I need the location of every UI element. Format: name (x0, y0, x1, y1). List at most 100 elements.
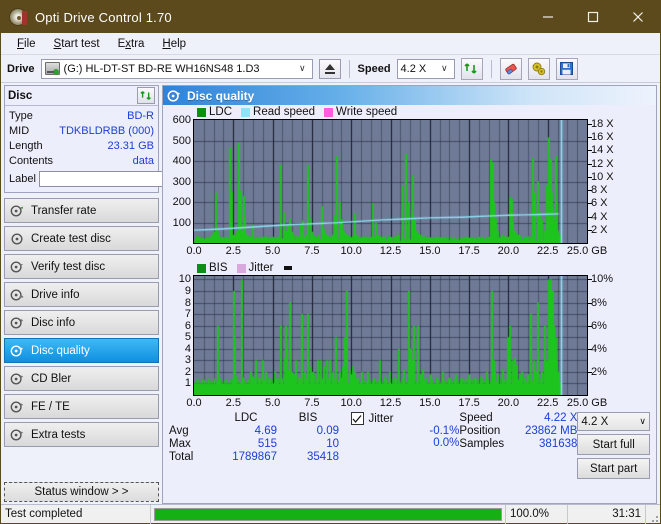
x-tick-label: 17.5 (458, 245, 480, 257)
window-controls (525, 1, 660, 33)
drive-info-icon (10, 288, 24, 301)
x-tick-label: 22.5 (536, 245, 559, 257)
sidebar-label: Disc info (31, 316, 76, 329)
legend-marker-black (284, 266, 293, 270)
refresh-button[interactable] (460, 57, 483, 80)
eject-icon (324, 63, 335, 70)
y-tick-label: 1 (184, 377, 191, 390)
x-tick-label: 7.5 (304, 397, 320, 409)
y-tick-label-right: 8% (591, 296, 607, 309)
menu-start-test[interactable]: Start test (46, 35, 108, 53)
disc-row-mid: MID TDKBLDRBB (000) (9, 123, 154, 138)
stats-bis-max: 10 (326, 438, 339, 450)
y-tick-label: 200 (172, 196, 191, 208)
sidebar-item-fe-te[interactable]: FE / TE (4, 394, 159, 419)
start-full-button[interactable]: Start full (577, 434, 650, 455)
disc-speed-icon (10, 204, 24, 217)
speed-stat-label: Speed (459, 412, 493, 424)
status-bar: Test completed 100.0% 31:31 (1, 504, 660, 524)
tick-mark (588, 229, 592, 231)
stats-ldc-total: 1789867 (232, 451, 277, 463)
y-tick-label: 300 (172, 175, 191, 188)
y-tick-label: 600 (172, 114, 191, 126)
tick-mark (588, 203, 592, 205)
cd-bler-icon (10, 372, 24, 385)
y-tick-label: 10 (178, 273, 191, 286)
jitter-column: Jitter -0.1% 0.0% (350, 412, 459, 479)
y-tick-label: 100 (172, 216, 191, 229)
menu-extra[interactable]: Extra (110, 35, 153, 53)
window-title: Opti Drive Control 1.70 (35, 9, 172, 25)
menu-file[interactable]: FFileile (9, 35, 44, 53)
sidebar-item-drive-info[interactable]: Drive info (4, 282, 159, 307)
sidebar-item-disc-quality[interactable]: Disc quality (4, 338, 159, 363)
stats-bis-avg: 0.09 (316, 425, 339, 437)
floppy-save-icon (560, 62, 574, 75)
resize-grip[interactable] (646, 505, 660, 524)
nav-list: Transfer rate Create test disc Verify te… (4, 198, 159, 447)
sidebar-item-create-test-disc[interactable]: Create test disc (4, 226, 159, 251)
x-tick-label: 12.5 (379, 245, 402, 257)
tick-mark (588, 176, 592, 178)
charts-area: LDC Read speed Write speed 100 200 300 400 5… (163, 105, 656, 503)
stats-panel: LDC BIS Avg 4.69 0.09 Max 515 10 Total 1… (163, 411, 656, 481)
erase-button[interactable] (499, 57, 522, 80)
speed-column: Speed 4.22 X Position 23862 MB Samples 3… (459, 412, 577, 479)
y-tick-label-right: 18 X (591, 117, 614, 130)
sidebar-item-disc-info[interactable]: Disc info (4, 310, 159, 335)
sidebar-item-extra-tests[interactable]: Extra tests (4, 422, 159, 447)
x-tick-label: 15.0 (419, 397, 441, 409)
y-tick-label-right: 2% (591, 365, 607, 378)
app-icon (9, 8, 27, 26)
drive-select-value: (G:) HL-DT-ST BD-RE WH16NS48 1.D3 (63, 62, 260, 75)
status-window-button[interactable]: Status window > > (4, 482, 159, 502)
close-button[interactable] (615, 1, 660, 33)
left-panel: Disc Type BD-R MID TDKBLDRBB (000) Lengt… (4, 85, 239, 504)
x-tick-label: 2.5 (225, 245, 241, 257)
speed-stat-value: 4.22 X (544, 412, 578, 424)
disc-key-contents: Contents (9, 154, 54, 167)
y-tick-label: 9 (184, 285, 191, 298)
sidebar-item-verify-test-disc[interactable]: Verify test disc (4, 254, 159, 279)
x-tick-label: 10.0 (340, 397, 362, 409)
sidebar-label: Extra tests (31, 428, 86, 441)
tick-mark (588, 190, 592, 192)
x-tick-label: 25.0 GB (566, 397, 608, 409)
disc-row-type: Type BD-R (9, 108, 154, 123)
y-tick-label-right: 4 X (591, 210, 608, 223)
x-tick-label: 15.0 (419, 245, 441, 257)
progress-fill (155, 508, 501, 520)
disc-quality-icon (167, 89, 181, 102)
sidebar-item-transfer-rate[interactable]: Transfer rate (4, 198, 159, 223)
drive-select[interactable]: (G:) HL-DT-ST BD-RE WH16NS48 1.D3 ∨ (40, 58, 313, 79)
legend-label-write-speed: Write speed (336, 106, 398, 118)
eject-button[interactable] (318, 58, 341, 79)
tick-mark (588, 279, 592, 281)
sidebar-item-cd-bler[interactable]: CD Bler (4, 366, 159, 391)
disc-refresh-button[interactable] (137, 87, 155, 104)
x-tick-label: 25.0 GB (566, 245, 608, 257)
save-button[interactable] (555, 57, 578, 80)
jitter-checkbox[interactable] (350, 412, 364, 425)
stats-row-label-max: Max (169, 438, 191, 450)
test-speed-select[interactable]: 4.2 X ∨ (577, 412, 650, 431)
jitter-label: Jitter (368, 412, 394, 425)
minimize-button[interactable] (525, 1, 570, 33)
position-label: Position (459, 425, 501, 437)
y-tick-label-right: 12 X (591, 157, 614, 170)
tick-mark (588, 137, 592, 139)
y-tick-label: 8 (184, 296, 191, 309)
chart-ldc-yaxis-left: 100 200 300 400 500 600 (163, 114, 193, 244)
tick-mark (588, 348, 592, 350)
menu-help[interactable]: Help (154, 35, 194, 53)
maximize-button[interactable] (570, 1, 615, 33)
speed-select[interactable]: 4.2 X ∨ (396, 58, 455, 79)
settings-button[interactable] (527, 57, 550, 80)
start-part-button[interactable]: Start part (577, 458, 650, 479)
stats-table: LDC BIS Avg 4.69 0.09 Max 515 10 Total 1… (169, 412, 351, 479)
chevron-down-icon: ∨ (298, 63, 306, 73)
y-tick-label-right: 16 X (591, 131, 614, 144)
chart-ldc: LDC Read speed Write speed 100 200 300 400 5… (163, 105, 656, 259)
chart-bis-legend: BIS Jitter (163, 261, 656, 275)
